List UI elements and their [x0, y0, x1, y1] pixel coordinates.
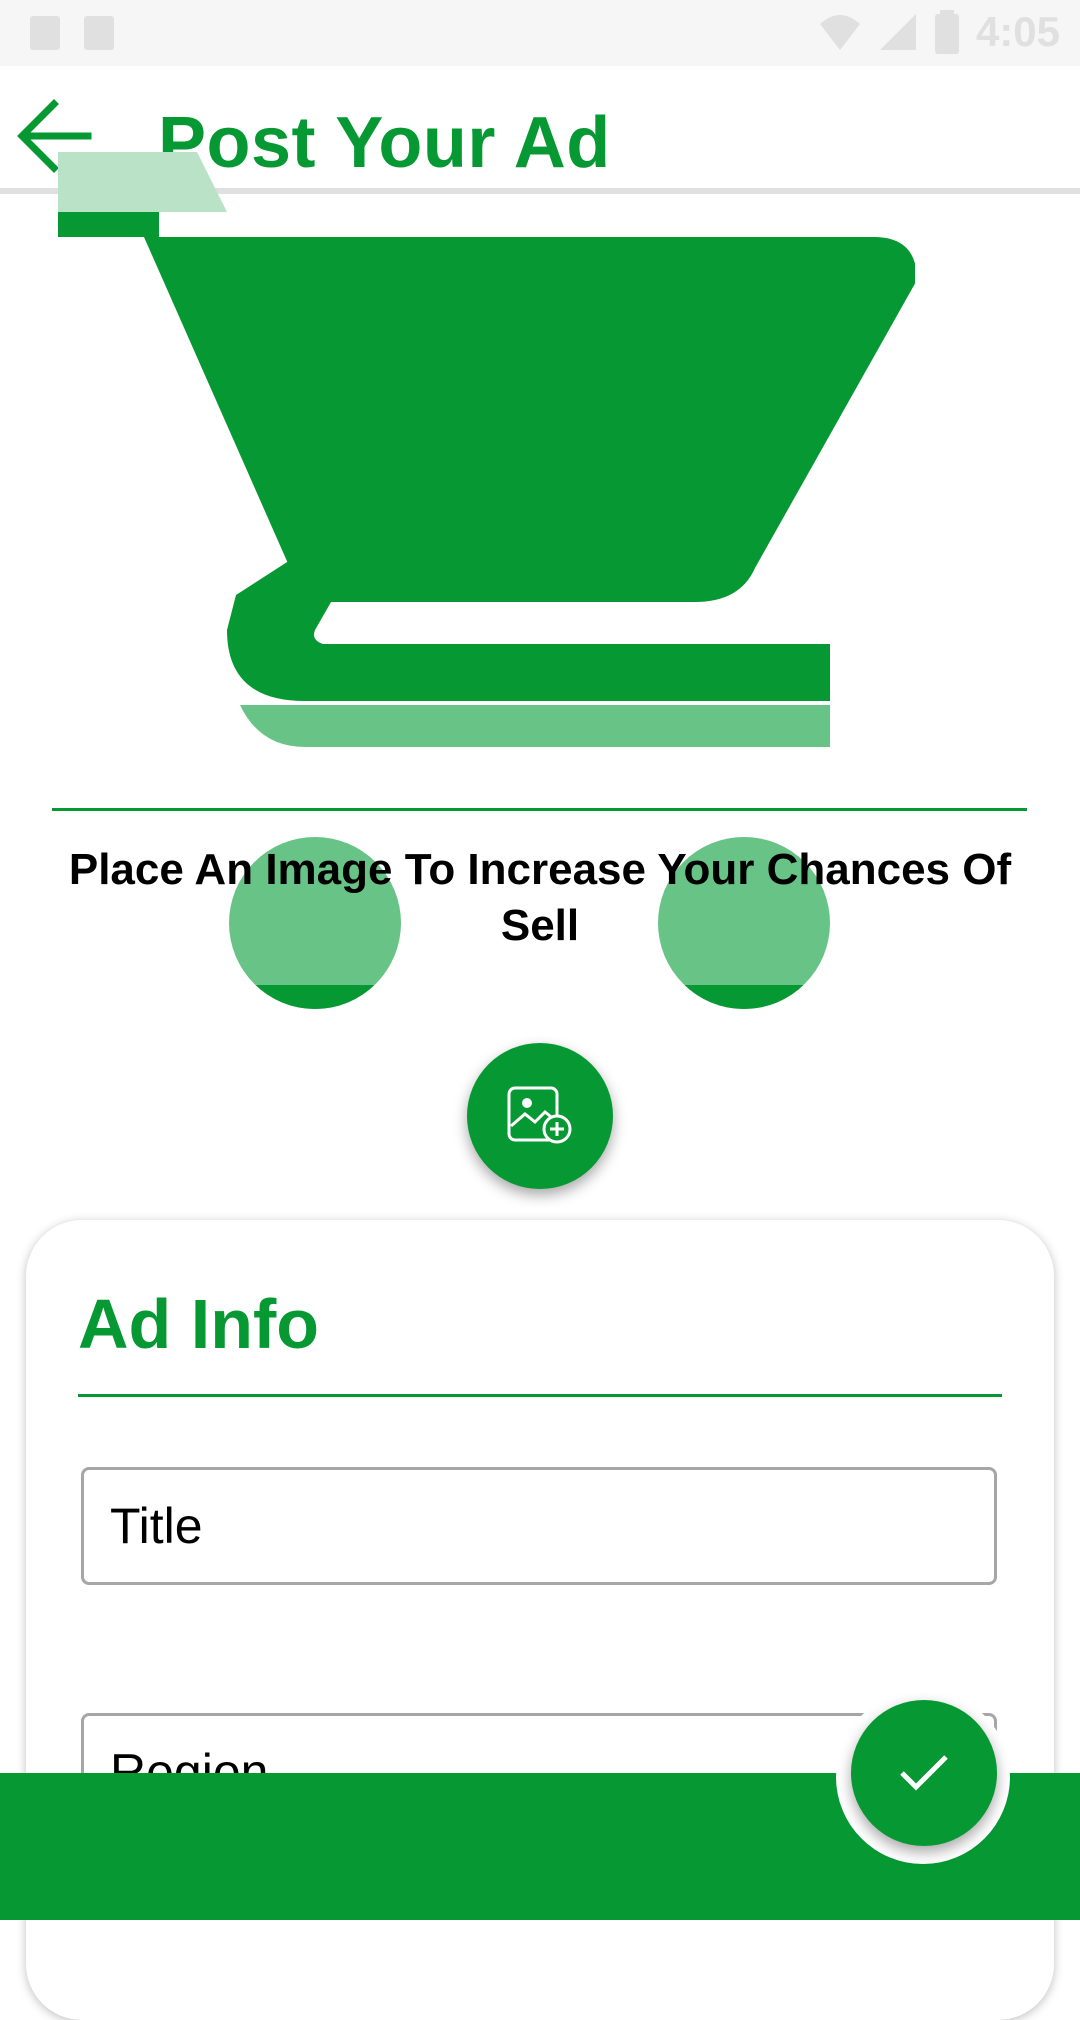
- status-time: 4:05: [975, 8, 1060, 55]
- check-icon: [900, 1755, 948, 1791]
- hero-caption: Place An Image To Increase Your Chances …: [68, 845, 1012, 950]
- hero-divider: [52, 808, 1027, 811]
- submit-button[interactable]: [851, 1700, 997, 1846]
- status-bar: 4:05: [0, 0, 1080, 66]
- signal-icon: [879, 14, 916, 50]
- image-icon: [30, 16, 60, 50]
- title-field[interactable]: [81, 1467, 997, 1585]
- ad-info-title: Ad Info: [78, 1285, 320, 1363]
- add-photo-icon: [507, 1086, 572, 1144]
- shopping-cart-icon: [58, 152, 915, 747]
- add-image-button[interactable]: [467, 1043, 613, 1189]
- sim-icon: [84, 16, 114, 50]
- title-input[interactable]: [84, 1470, 994, 1582]
- battery-icon: [934, 10, 959, 54]
- wifi-icon: [819, 15, 860, 50]
- ad-info-divider: [78, 1394, 1002, 1397]
